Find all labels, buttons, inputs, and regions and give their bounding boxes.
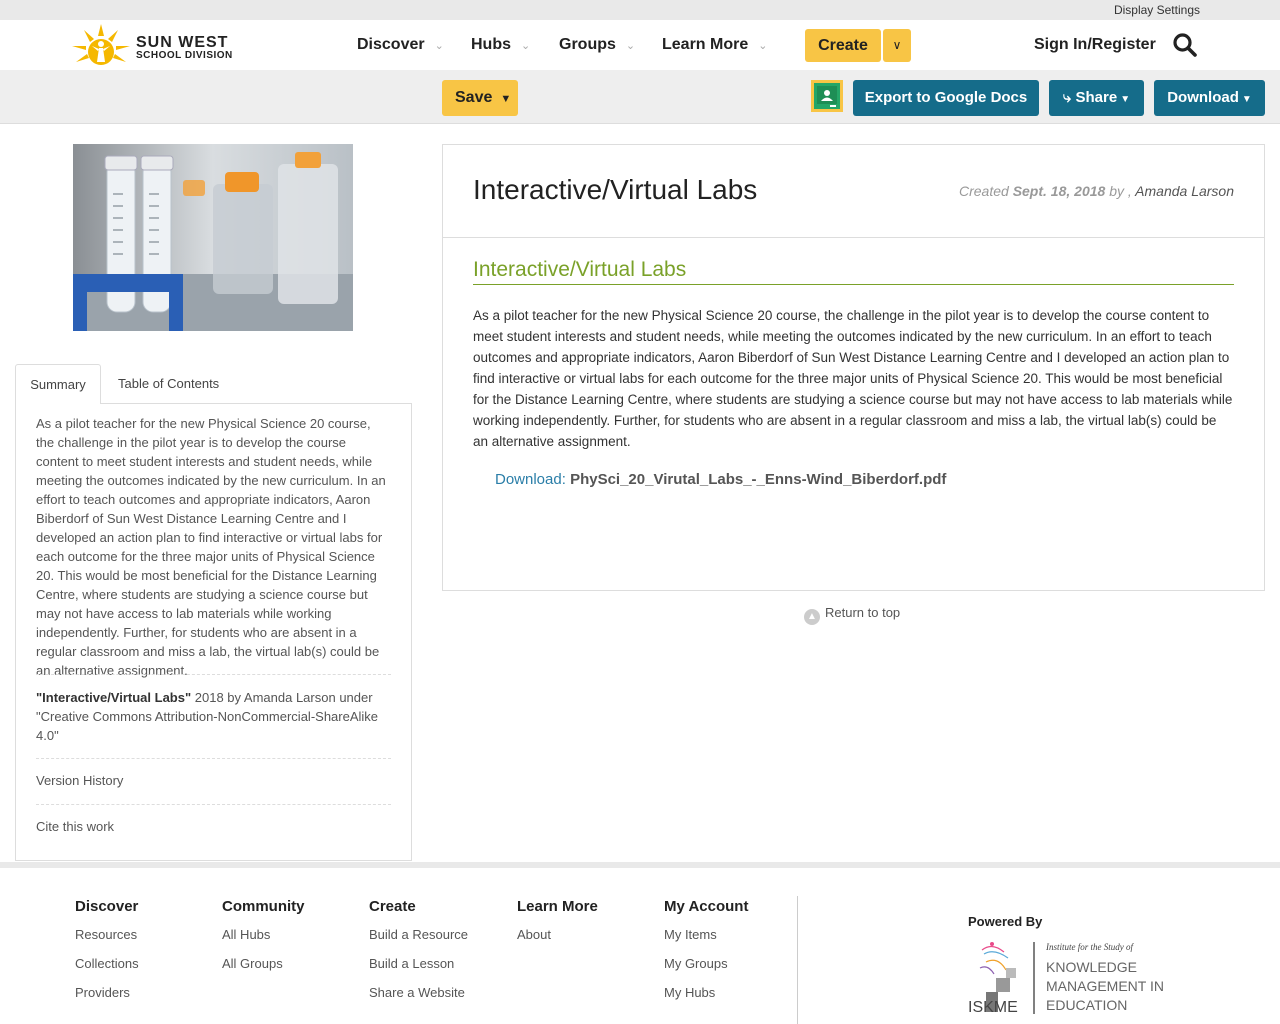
section-heading: Interactive/Virtual Labs — [473, 258, 1234, 285]
created-date: Sept. 18, 2018 — [1012, 183, 1106, 199]
brand-subtitle: SCHOOL DIVISION — [136, 50, 233, 61]
attribution: "Interactive/Virtual Labs" 2018 by Amand… — [36, 688, 391, 745]
footer-column-learn-more: Learn More About — [517, 898, 598, 956]
footer-link-collections[interactable]: Collections — [75, 956, 139, 985]
divider — [36, 804, 391, 805]
version-history-link[interactable]: Version History — [36, 773, 123, 788]
top-strip: Display Settings — [0, 0, 1280, 20]
footer-column-my-account: My Account My Items My Groups My Hubs — [664, 898, 748, 1014]
footer-column-discover: Discover Resources Collections Providers — [75, 898, 139, 1014]
resource-header: Interactive/Virtual Labs Created Sept. 1… — [443, 145, 1264, 238]
footer-divider — [797, 896, 798, 1024]
footer-column-community: Community All Hubs All Groups — [222, 898, 305, 985]
resource-meta: Created Sept. 18, 2018 by , Amanda Larso… — [959, 183, 1234, 199]
footer-column-create: Create Build a Resource Build a Lesson S… — [369, 898, 468, 1014]
divider — [36, 674, 391, 675]
caret-down-icon: ▼ — [1241, 94, 1252, 105]
iskme-tagline: Institute for the Study of — [1045, 942, 1134, 952]
nav-groups-label: Groups — [559, 36, 616, 53]
footer-heading: Community — [222, 898, 305, 915]
footer-link-about[interactable]: About — [517, 927, 598, 956]
chevron-down-icon: ⌄ — [758, 40, 768, 52]
resource-toolbar: Save ▼ Export to Google Docs ⤷ Share ▼ Dow… — [0, 70, 1280, 124]
return-to-top-link[interactable]: ▲ Return to top — [804, 605, 900, 625]
chevron-down-icon: ⌄ — [434, 40, 444, 52]
download-button[interactable]: Download ▼ — [1154, 80, 1265, 116]
chevron-down-icon: ⌄ — [625, 40, 636, 52]
nav-groups[interactable]: Groups ⌄ — [559, 36, 635, 54]
resource-body-text: As a pilot teacher for the new Physical … — [473, 308, 1233, 449]
footer-link-my-items[interactable]: My Items — [664, 927, 748, 956]
by-label: by , — [1109, 183, 1132, 199]
iskme-line-1: KNOWLEDGE — [1046, 959, 1137, 975]
footer-link-resources[interactable]: Resources — [75, 927, 139, 956]
caret-down-icon: ▼ — [500, 93, 512, 105]
sun-logo-icon — [72, 24, 130, 65]
share-icon: ⤷ — [1062, 89, 1072, 106]
share-button[interactable]: ⤷ Share ▼ — [1049, 80, 1144, 116]
footer-link-all-hubs[interactable]: All Hubs — [222, 927, 305, 956]
nav-learn-more[interactable]: Learn More ⌄ — [662, 36, 767, 54]
save-button[interactable]: Save ▼ — [442, 80, 518, 116]
chevron-down-icon: ∨ — [892, 38, 902, 52]
google-classroom-icon[interactable] — [811, 80, 843, 112]
iskme-line-2: MANAGEMENT IN — [1046, 978, 1164, 994]
summary-text: As a pilot teacher for the new Physical … — [36, 416, 386, 678]
footer-link-my-groups[interactable]: My Groups — [664, 956, 748, 985]
chevron-down-icon: ⌄ — [521, 40, 531, 52]
nav-discover-label: Discover — [357, 36, 425, 53]
create-dropdown-toggle[interactable]: ∨ — [883, 29, 911, 62]
footer-link-providers[interactable]: Providers — [75, 985, 139, 1014]
return-to-top-label: Return to top — [825, 605, 901, 620]
display-settings-link[interactable]: Display Settings — [1114, 3, 1200, 17]
nav-learn-more-label: Learn More — [662, 36, 749, 53]
sign-in-register-link[interactable]: Sign In/Register — [1034, 36, 1156, 54]
arrow-up-circle-icon: ▲ — [804, 609, 820, 625]
summary-panel: As a pilot teacher for the new Physical … — [15, 403, 412, 861]
footer-heading: Discover — [75, 898, 139, 915]
download-button-label: Download — [1167, 89, 1239, 106]
main-navbar: SUN WEST SCHOOL DIVISION Discover ⌄ Hubs ⌄… — [0, 20, 1280, 70]
footer-link-build-lesson[interactable]: Build a Lesson — [369, 956, 468, 985]
download-filename[interactable]: PhySci_20_Virutal_Labs_-_Enns-Wind_Biber… — [570, 471, 946, 488]
nav-hubs-label: Hubs — [471, 36, 511, 53]
site-footer: Discover Resources Collections Providers… — [0, 862, 1280, 1024]
caret-down-icon: ▼ — [1120, 94, 1131, 105]
download-attachment[interactable]: Download: PhySci_20_Virutal_Labs_-_Enns-… — [495, 471, 946, 488]
footer-link-my-hubs[interactable]: My Hubs — [664, 985, 748, 1014]
sidebar-tabs: Summary Table of Contents — [15, 364, 412, 404]
brand-logo[interactable]: SUN WEST SCHOOL DIVISION — [70, 20, 240, 70]
created-label: Created — [958, 183, 1009, 199]
footer-link-all-groups[interactable]: All Groups — [222, 956, 305, 985]
page-title: Interactive/Virtual Labs — [473, 174, 758, 205]
tab-table-of-contents[interactable]: Table of Contents — [118, 364, 219, 404]
search-icon[interactable] — [1172, 32, 1198, 58]
footer-link-build-resource[interactable]: Build a Resource — [369, 927, 468, 956]
resource-content-panel: Interactive/Virtual Labs Created Sept. 1… — [442, 144, 1265, 591]
divider — [36, 758, 391, 759]
share-button-label: Share — [1075, 89, 1118, 106]
author-name[interactable]: Amanda Larson — [1135, 183, 1234, 199]
tab-summary[interactable]: Summary — [15, 364, 101, 404]
attribution-title: "Interactive/Virtual Labs" — [36, 690, 192, 705]
iskme-abbr: ISKME — [968, 999, 1018, 1016]
cite-this-work-link[interactable]: Cite this work — [36, 819, 114, 834]
footer-heading: Learn More — [517, 898, 598, 915]
iskme-logo[interactable]: ISKME Institute for the Study of KNOWLED… — [968, 940, 1178, 1018]
resource-thumbnail — [73, 144, 353, 331]
powered-by-label: Powered By — [968, 914, 1043, 929]
footer-heading: Create — [369, 898, 416, 915]
nav-hubs[interactable]: Hubs ⌄ — [471, 36, 530, 54]
save-button-label: Save — [455, 89, 493, 106]
footer-link-share-website[interactable]: Share a Website — [369, 985, 468, 1014]
footer-heading: My Account — [664, 898, 749, 915]
iskme-line-3: EDUCATION — [1046, 997, 1127, 1013]
export-google-docs-button[interactable]: Export to Google Docs — [853, 80, 1039, 116]
nav-discover[interactable]: Discover ⌄ — [357, 36, 444, 54]
create-button[interactable]: Create — [805, 29, 881, 62]
download-label: Download: — [495, 471, 566, 488]
